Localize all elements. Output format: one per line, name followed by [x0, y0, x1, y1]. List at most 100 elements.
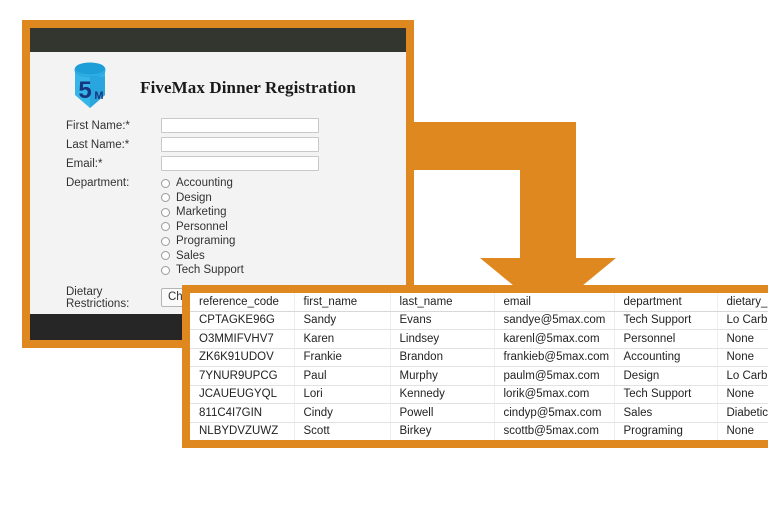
cell-last-name: Murphy	[390, 366, 495, 386]
page-title: FiveMax Dinner Registration	[140, 78, 356, 97]
department-options: Accounting Design Marketing Personnel Pr…	[161, 176, 244, 278]
cell-first-name: Scott	[294, 422, 391, 440]
svg-text:5: 5	[78, 77, 91, 104]
radio-label: Accounting	[176, 177, 233, 190]
cell-dietary: None	[717, 329, 768, 349]
cell-reference-code: 811C4I7GIN	[190, 403, 295, 423]
window-title-bar	[30, 28, 406, 52]
first-name-label: First Name:*	[66, 119, 130, 132]
cell-first-name: Frankie	[294, 348, 391, 367]
cell-first-name: Karen	[294, 329, 391, 349]
cell-last-name: Kennedy	[390, 385, 495, 404]
cell-dietary: None	[717, 422, 768, 440]
table-row[interactable]: ZK6K91UDOV Frankie Brandon frankieb@5max…	[190, 348, 768, 367]
radio-label: Design	[176, 191, 212, 204]
cell-department: Personnel	[614, 329, 718, 349]
table-row[interactable]: JCAUEUGYQL Lori Kennedy lorik@5max.com T…	[190, 385, 768, 404]
cell-last-name: Brandon	[390, 348, 495, 367]
cell-last-name: Birkey	[390, 422, 495, 440]
radio-label: Sales	[176, 249, 205, 262]
radio-icon[interactable]	[161, 178, 170, 188]
radio-option-tech-support[interactable]: Tech Support	[161, 263, 244, 278]
cell-last-name: Powell	[390, 403, 495, 423]
table-row[interactable]: 7YNUR9UPCG Paul Murphy paulm@5max.com De…	[190, 366, 768, 386]
column-header-dietary-restrictions[interactable]: dietary_res	[717, 293, 768, 312]
cell-dietary: Diabetic	[717, 403, 768, 423]
registrations-table: reference_code first_name last_name emai…	[190, 293, 768, 440]
cell-department: Accounting	[614, 348, 718, 367]
last-name-input[interactable]	[161, 137, 319, 152]
email-input[interactable]	[161, 156, 319, 171]
table-row[interactable]: O3MMIFVHV7 Karen Lindsey karenl@5max.com…	[190, 329, 768, 349]
radio-option-personnel[interactable]: Personnel	[161, 220, 244, 235]
fivemax-shield-logo: 5 M	[66, 62, 114, 114]
field-row-last-name: Last Name:*	[30, 137, 406, 152]
cell-reference-code: CPTAGKE96G	[190, 311, 295, 330]
cell-reference-code: NLBYDVZUWZ	[190, 422, 295, 440]
radio-icon[interactable]	[161, 251, 170, 261]
radio-icon[interactable]	[161, 222, 170, 232]
cell-email: scottb@5max.com	[494, 422, 615, 440]
radio-option-design[interactable]: Design	[161, 191, 244, 206]
cell-email: sandye@5max.com	[494, 311, 615, 330]
first-name-input[interactable]	[161, 118, 319, 133]
column-header-last-name[interactable]: last_name	[390, 293, 495, 312]
field-row-email: Email:*	[30, 156, 406, 171]
cell-dietary: None	[717, 348, 768, 367]
cell-department: Tech Support	[614, 311, 718, 330]
radio-option-marketing[interactable]: Marketing	[161, 205, 244, 220]
column-header-reference-code[interactable]: reference_code	[190, 293, 295, 312]
cell-department: Sales	[614, 403, 718, 423]
cell-first-name: Paul	[294, 366, 391, 386]
radio-icon[interactable]	[161, 207, 170, 217]
brand-row: 5 M FiveMax Dinner Registration	[30, 52, 406, 118]
cell-reference-code: O3MMIFVHV7	[190, 329, 295, 349]
radio-label: Personnel	[176, 220, 228, 233]
radio-icon[interactable]	[161, 193, 170, 203]
table-row[interactable]: CPTAGKE96G Sandy Evans sandye@5max.com T…	[190, 311, 768, 330]
last-name-label: Last Name:*	[66, 138, 130, 151]
cell-first-name: Lori	[294, 385, 391, 404]
cell-first-name: Cindy	[294, 403, 391, 423]
cell-dietary: Lo Carb	[717, 311, 768, 330]
cell-department: Programing	[614, 422, 718, 440]
department-block: Department: Accounting Design Marketing	[30, 176, 406, 278]
cell-department: Tech Support	[614, 385, 718, 404]
table-scroll-region[interactable]: reference_code first_name last_name emai…	[190, 293, 768, 440]
cell-email: paulm@5max.com	[494, 366, 615, 386]
cell-last-name: Lindsey	[390, 329, 495, 349]
form-body: 5 M FiveMax Dinner Registration First Na…	[30, 52, 406, 314]
column-header-first-name[interactable]: first_name	[294, 293, 391, 312]
dietary-restrictions-label: Dietary Restrictions:	[66, 285, 130, 310]
radio-label: Programing	[176, 235, 236, 248]
radio-label: Marketing	[176, 206, 227, 219]
table-row[interactable]: NLBYDVZUWZ Scott Birkey scottb@5max.com …	[190, 422, 768, 440]
cell-reference-code: JCAUEUGYQL	[190, 385, 295, 404]
cell-email: karenl@5max.com	[494, 329, 615, 349]
cell-email: frankieb@5max.com	[494, 348, 615, 367]
email-label: Email:*	[66, 157, 103, 170]
radio-icon[interactable]	[161, 265, 170, 275]
cell-department: Design	[614, 366, 718, 386]
svg-text:M: M	[94, 90, 103, 102]
column-header-email[interactable]: email	[494, 293, 615, 312]
radio-option-accounting[interactable]: Accounting	[161, 176, 244, 191]
field-row-first-name: First Name:*	[30, 118, 406, 133]
radio-option-sales[interactable]: Sales	[161, 249, 244, 264]
cell-email: cindyp@5max.com	[494, 403, 615, 423]
table-header-row: reference_code first_name last_name emai…	[190, 293, 768, 312]
results-table-panel: reference_code first_name last_name emai…	[182, 285, 768, 448]
department-label: Department:	[66, 177, 130, 189]
cell-email: lorik@5max.com	[494, 385, 615, 404]
cell-dietary: Lo Carb	[717, 366, 768, 386]
cell-last-name: Evans	[390, 311, 495, 330]
column-header-department[interactable]: department	[614, 293, 718, 312]
cell-dietary: None	[717, 385, 768, 404]
table-row[interactable]: 811C4I7GIN Cindy Powell cindyp@5max.com …	[190, 403, 768, 423]
radio-option-programing[interactable]: Programing	[161, 234, 244, 249]
cell-reference-code: 7YNUR9UPCG	[190, 366, 295, 386]
radio-icon[interactable]	[161, 236, 170, 246]
cell-reference-code: ZK6K91UDOV	[190, 348, 295, 367]
cell-first-name: Sandy	[294, 311, 391, 330]
radio-label: Tech Support	[176, 264, 244, 277]
